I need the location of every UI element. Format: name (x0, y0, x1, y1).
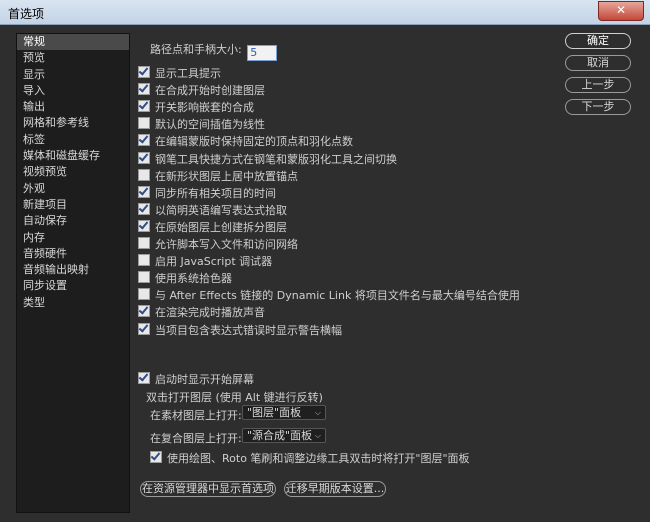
option-row[interactable]: 在合成开始时创建图层 (138, 82, 265, 98)
preferences-dialog: 常规 预览 显示 导入 输出 网格和参考线 标签 媒体和磁盘缓存 视频预览 外观 新建项目 自动保存内… (0, 25, 650, 522)
option-label: 与 After Effects 链接的 Dynamic Link 将项目文件名与… (155, 289, 520, 303)
sidebar-item[interactable]: 视频预览 (17, 164, 129, 180)
previous-button[interactable]: 上一步 (565, 77, 631, 93)
option-row[interactable]: 同步所有相关项目的时间 (138, 185, 276, 201)
option-row[interactable]: 使用系统拾色器 (138, 270, 232, 286)
option-label: 启用 JavaScript 调试器 (155, 255, 273, 269)
option-label: 同步所有相关项目的时间 (155, 186, 276, 200)
sidebar-item[interactable]: 外观 (17, 181, 129, 197)
option-row[interactable]: 在编辑蒙版时保持固定的顶点和羽化点数 (138, 133, 353, 149)
option-label: 默认的空间插值为线性 (155, 118, 265, 132)
ok-button[interactable]: 确定 (565, 33, 631, 49)
option-label: 使用系统拾色器 (155, 272, 232, 286)
option-checkbox[interactable] (138, 100, 150, 113)
title-bar: 首选项 ✕ (0, 0, 650, 25)
option-checkbox[interactable] (138, 66, 150, 78)
option-label: 允许脚本写入文件和访问网络 (155, 238, 298, 251)
option-label: 在新形状图层上居中放置锚点 (155, 169, 298, 183)
option-checkbox[interactable] (138, 168, 150, 181)
comp-layer-value: "源合成"面板 (247, 429, 313, 442)
option-checkbox[interactable] (138, 117, 150, 130)
general-settings-panel: 路径点和手柄大小: 5 显示工具提示在合成开始时创建图层 开关影响嵌套的合成 默认的… (138, 25, 558, 522)
paint-tools-checkbox[interactable] (150, 451, 162, 463)
option-row[interactable]: 开关影响嵌套的合成 (138, 99, 254, 115)
option-checkbox[interactable] (138, 271, 150, 284)
chevron-down-icon: ⌵ (314, 431, 321, 440)
option-row[interactable]: 允许脚本写入文件和访问网络 (138, 236, 298, 252)
sidebar-item[interactable]: 新建项目 (17, 197, 129, 213)
option-row[interactable]: 显示工具提示 (138, 65, 221, 81)
option-row[interactable]: 在新形状图层上居中放置锚点 (138, 168, 298, 184)
option-row[interactable]: 钢笔工具快捷方式在钢笔和蒙版羽化工具之间切换 (138, 151, 397, 167)
comp-layer-dropdown[interactable]: "源合成"面板 ⌵ (242, 428, 326, 443)
option-checkbox[interactable] (138, 151, 150, 164)
chevron-down-icon: ⌵ (314, 408, 321, 417)
paint-tools-option[interactable]: 使用绘图、Roto 笔刷和调整边缘工具双击时将打开"图层"面板 (150, 450, 470, 466)
sidebar-item[interactable]: 显示 (17, 67, 129, 83)
window-title: 首选项 (8, 7, 45, 21)
sidebar-item[interactable]: 音频输出映射 (17, 262, 129, 278)
startup-screen-option[interactable]: 启动时显示开始屏幕 (138, 371, 254, 387)
option-label: 在渲染完成时播放声音 (155, 306, 265, 320)
paint-tools-label: 使用绘图、Roto 笔刷和调整边缘工具双击时将打开"图层"面板 (167, 452, 470, 465)
path-point-size-label: 路径点和手柄大小: (150, 43, 242, 56)
option-checkbox[interactable] (138, 288, 150, 301)
double-click-group-title: 双击打开图层 (使用 Alt 键进行反转) (146, 391, 323, 404)
option-row[interactable]: 启用 JavaScript 调试器 (138, 253, 272, 269)
sidebar-item[interactable]: 音频硬件 (17, 246, 129, 262)
option-checkbox[interactable] (138, 254, 150, 267)
option-label: 开关影响嵌套的合成 (155, 101, 254, 115)
option-label: 显示工具提示 (155, 67, 221, 80)
option-label: 在编辑蒙版时保持固定的顶点和羽化点数 (155, 135, 353, 149)
sidebar-item[interactable]: 导入 (17, 83, 129, 99)
option-checkbox[interactable] (138, 134, 150, 147)
comp-layer-label: 在复合图层上打开: (150, 432, 242, 445)
option-label: 钢笔工具快捷方式在钢笔和蒙版羽化工具之间切换 (155, 152, 397, 166)
option-checkbox[interactable] (138, 185, 150, 198)
path-point-size-input[interactable]: 5 (247, 45, 278, 61)
sidebar-item[interactable]: 网格和参考线 (17, 115, 129, 131)
option-checkbox[interactable] (138, 202, 150, 215)
migrate-settings-button[interactable]: 迁移早期版本设置... (284, 481, 386, 497)
option-row[interactable]: 当项目包含表达式错误时显示警告横幅 (138, 322, 342, 338)
sidebar-item[interactable]: 同步设置 (17, 278, 129, 294)
reveal-preferences-button[interactable]: 在资源管理器中显示首选项 (140, 481, 276, 497)
path-point-size-row: 路径点和手柄大小: 5 (150, 41, 278, 61)
startup-screen-label: 启动时显示开始屏幕 (155, 373, 254, 386)
sidebar-item[interactable]: 预览 (17, 50, 129, 66)
option-row[interactable]: 在原始图层上创建拆分图层 (138, 219, 287, 235)
option-row[interactable]: 与 After Effects 链接的 Dynamic Link 将项目文件名与… (138, 287, 520, 303)
sidebar-item[interactable]: 常规 (17, 34, 129, 51)
footage-layer-value: "图层"面板 (247, 406, 302, 419)
sidebar-item[interactable]: 媒体和磁盘缓存 (17, 148, 129, 164)
sidebar-item[interactable]: 自动保存 (17, 213, 129, 229)
option-checkbox[interactable] (138, 305, 150, 318)
option-checkbox[interactable] (138, 219, 150, 232)
footage-layer-dropdown[interactable]: "图层"面板 ⌵ (242, 405, 326, 420)
option-label: 在合成开始时创建图层 (155, 84, 265, 98)
option-row[interactable]: 在渲染完成时播放声音 (138, 304, 265, 320)
next-button[interactable]: 下一步 (565, 99, 631, 115)
option-label: 当项目包含表达式错误时显示警告横幅 (155, 323, 342, 337)
option-label: 以简明英语编写表达式拾取 (155, 203, 287, 217)
option-row[interactable]: 默认的空间插值为线性 (138, 116, 265, 132)
option-label: 在原始图层上创建拆分图层 (155, 220, 287, 234)
sidebar-item[interactable]: 内存 (17, 230, 129, 246)
startup-screen-checkbox[interactable] (138, 372, 150, 384)
footage-layer-label: 在素材图层上打开: (150, 409, 242, 422)
option-checkbox[interactable] (138, 322, 150, 335)
option-checkbox[interactable] (138, 83, 150, 96)
close-button[interactable]: ✕ (598, 1, 644, 21)
option-row[interactable]: 以简明英语编写表达式拾取 (138, 202, 287, 218)
sidebar-item[interactable]: 类型 (17, 295, 129, 311)
cancel-button[interactable]: 取消 (565, 55, 631, 71)
sidebar-item[interactable]: 输出 (17, 99, 129, 115)
sidebar-item[interactable]: 标签 (17, 132, 129, 148)
category-list: 常规 预览 显示 导入 输出 网格和参考线 标签 媒体和磁盘缓存 视频预览 外观 新建项目 自动保存内… (16, 33, 130, 513)
option-checkbox[interactable] (138, 237, 150, 249)
